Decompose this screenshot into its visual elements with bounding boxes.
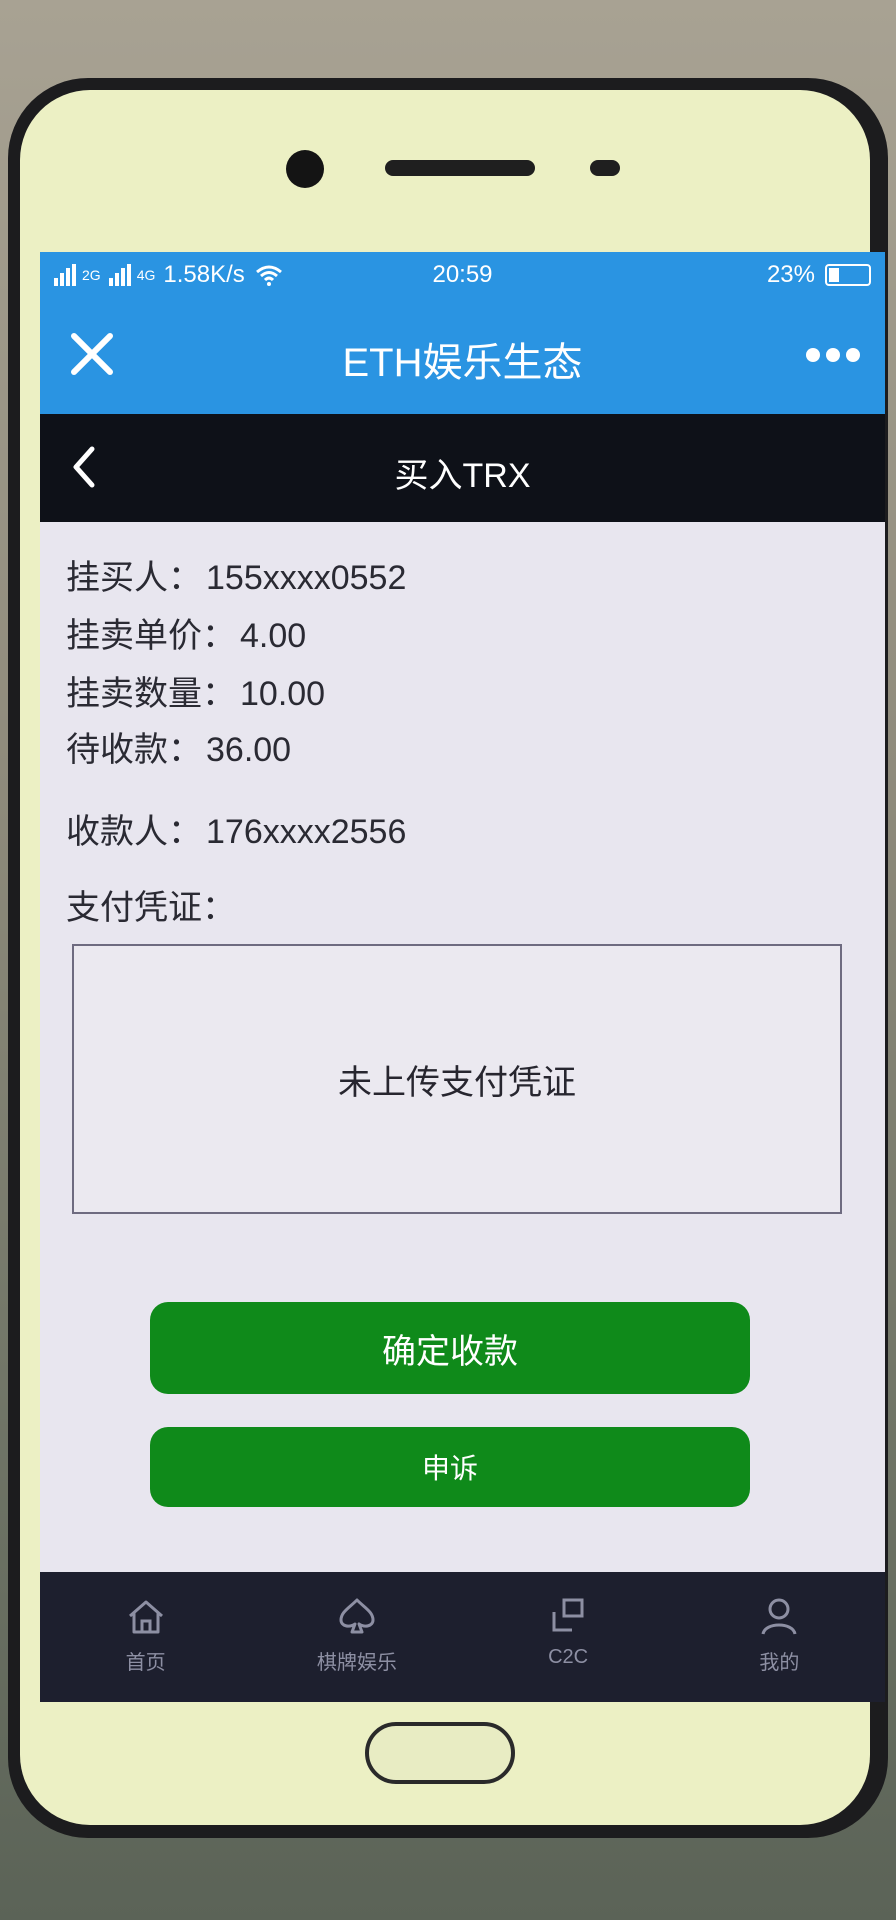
exchange-icon: [552, 1598, 584, 1632]
page-nav-bar: 买入TRX: [40, 414, 885, 522]
proximity-sensor: [590, 160, 620, 176]
app-header: ETH娱乐生态: [40, 296, 885, 414]
earpiece-speaker: [385, 160, 535, 176]
buyer-value: 155xxxx0552: [206, 559, 407, 597]
tab-games[interactable]: 棋牌娱乐: [257, 1572, 457, 1675]
status-time: 20:59: [432, 261, 493, 288]
page-title: 买入TRX: [394, 457, 531, 495]
phone-home-button[interactable]: [365, 1722, 515, 1784]
confirm-receipt-button[interactable]: 确定收款: [150, 1302, 750, 1394]
quantity-row: 挂卖数量： 10.00: [66, 666, 325, 715]
proof-empty-text: 未上传支付凭证: [338, 1063, 576, 1102]
payee-label: 收款人：: [66, 813, 202, 851]
tab-mine[interactable]: 我的: [679, 1572, 879, 1675]
buyer-label: 挂买人：: [66, 559, 202, 597]
quantity-label: 挂卖数量：: [66, 675, 236, 713]
unit-price-value: 4.00: [240, 617, 307, 655]
user-icon: [761, 1598, 797, 1635]
unit-price-label: 挂卖单价：: [66, 617, 236, 655]
phone-screen: 2G 4G 1.58K/s 20:59 23% ETH娱乐生态 买入TRX 挂买…: [40, 252, 885, 1702]
status-right: 23%: [767, 261, 871, 289]
tab-home-label: 首页: [125, 1652, 166, 1674]
quantity-value: 10.00: [240, 675, 326, 713]
tab-games-label: 棋牌娱乐: [316, 1652, 397, 1674]
status-bar: 2G 4G 1.58K/s 20:59 23%: [40, 252, 885, 296]
bottom-tab-bar: 首页 棋牌娱乐 C2C 我的: [40, 1572, 885, 1702]
appeal-button[interactable]: 申诉: [150, 1427, 750, 1507]
more-options-icon[interactable]: [793, 330, 873, 380]
payee-value: 176xxxx2556: [206, 813, 407, 851]
battery-percent: 23%: [766, 261, 815, 288]
pending-value: 36.00: [206, 731, 292, 769]
tab-c2c[interactable]: C2C: [468, 1572, 668, 1669]
payment-proof-box[interactable]: 未上传支付凭证: [72, 944, 842, 1214]
unit-price-row: 挂卖单价： 4.00: [66, 608, 306, 657]
pending-label: 待收款：: [66, 731, 202, 769]
proof-label: 支付凭证：: [66, 889, 236, 927]
spade-icon: [339, 1598, 375, 1634]
payee-row: 收款人： 176xxxx2556: [66, 804, 406, 853]
front-camera: [286, 150, 324, 188]
buyer-row: 挂买人： 155xxxx0552: [66, 550, 406, 599]
battery-icon: [825, 264, 871, 286]
order-detail: 挂买人： 155xxxx0552 挂卖单价： 4.00 挂卖数量： 10.00 待收款…: [40, 522, 885, 1562]
app-title: ETH娱乐生态: [342, 341, 583, 385]
pending-row: 待收款： 36.00: [66, 722, 291, 771]
home-icon: [128, 1600, 163, 1634]
tab-home[interactable]: 首页: [46, 1572, 246, 1675]
tab-c2c-label: C2C: [548, 1646, 589, 1668]
tab-mine-label: 我的: [759, 1652, 800, 1674]
